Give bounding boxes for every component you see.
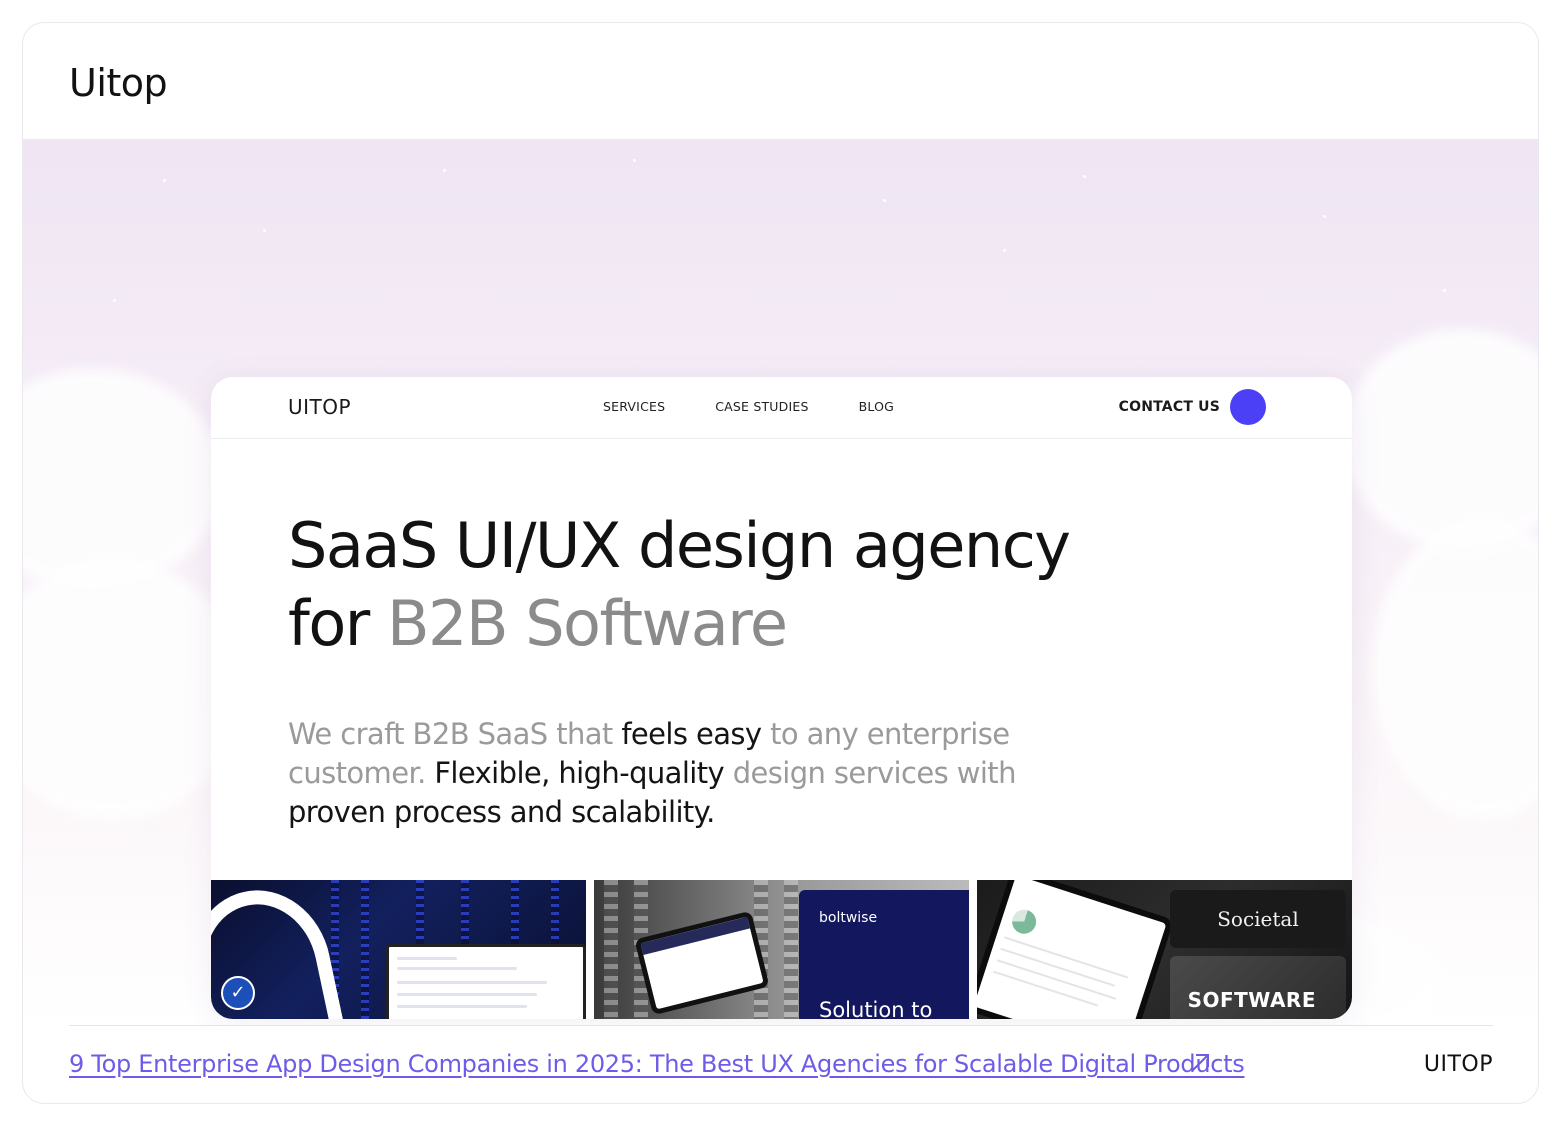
- nav-link-services: SERVICES: [603, 399, 666, 414]
- preview-image[interactable]: UITOP SERVICES CASE STUDIES BLOG CONTACT…: [23, 139, 1538, 1025]
- thumbnail-datacenter: ✓: [211, 880, 586, 1019]
- source-brand: UITOP: [1423, 1052, 1493, 1077]
- article-link[interactable]: 9 Top Enterprise App Design Companies in…: [69, 1050, 1245, 1078]
- preview-nav-links: SERVICES CASE STUDIES BLOG: [603, 399, 894, 414]
- contact-dot-icon: [1230, 389, 1266, 425]
- check-badge-icon: ✓: [221, 976, 255, 1010]
- contact-us-label: CONTACT US: [1118, 399, 1220, 415]
- headline-line2-muted: B2B Software: [386, 587, 788, 660]
- website-preview: UITOP SERVICES CASE STUDIES BLOG CONTACT…: [211, 377, 1352, 1019]
- sub-part: feels easy: [621, 717, 762, 751]
- software-caption: SOFTWARE: [1187, 988, 1316, 1012]
- preview-logo: UITOP: [288, 395, 352, 419]
- boltwise-panel: boltwise Solution to: [799, 890, 969, 1019]
- sub-part: design services with: [724, 756, 1017, 790]
- arrow-up-right-icon[interactable]: [1187, 1050, 1213, 1076]
- tablet-device: [634, 910, 770, 1016]
- case-thumbnails: ✓ boltwise Solution to Societal SOFTWARE: [211, 880, 1352, 1019]
- nav-link-blog: BLOG: [858, 399, 895, 414]
- thumbnail-boltwise: boltwise Solution to: [594, 880, 969, 1019]
- boltwise-title: Solution to: [819, 998, 933, 1019]
- card-header: Uitop: [23, 23, 1538, 139]
- pie-chart-icon: [1009, 906, 1040, 937]
- dashboard-laptop: [386, 944, 586, 1019]
- preview-navbar: UITOP SERVICES CASE STUDIES BLOG CONTACT…: [211, 377, 1352, 439]
- card-title: Uitop: [69, 61, 168, 105]
- sub-part: We craft B2B SaaS that: [288, 717, 622, 751]
- card-footer: 9 Top Enterprise App Design Companies in…: [69, 1025, 1493, 1103]
- hero-subheadline: We craft B2B SaaS that feels easy to any…: [288, 715, 1048, 832]
- sub-part: Flexible, high-quality: [434, 756, 725, 790]
- societal-logo: Societal: [1170, 890, 1346, 948]
- headline-line2-prefix: for: [288, 587, 387, 660]
- headline-line1: SaaS UI/UX design agency: [288, 509, 1071, 582]
- analytics-tablet: [977, 880, 1175, 1019]
- hero-headline: SaaS UI/UX design agency for B2B Softwar…: [288, 507, 1088, 663]
- contact-us: CONTACT US: [1119, 389, 1266, 425]
- sub-part: proven process and scalability.: [288, 795, 715, 829]
- boltwise-brand: boltwise: [819, 910, 878, 926]
- thumbnail-societal: Societal SOFTWARE: [977, 880, 1352, 1019]
- nav-link-case-studies: CASE STUDIES: [715, 399, 809, 414]
- result-card[interactable]: Uitop UITOP SERVICES CASE STUDIES BLOG C…: [22, 22, 1539, 1104]
